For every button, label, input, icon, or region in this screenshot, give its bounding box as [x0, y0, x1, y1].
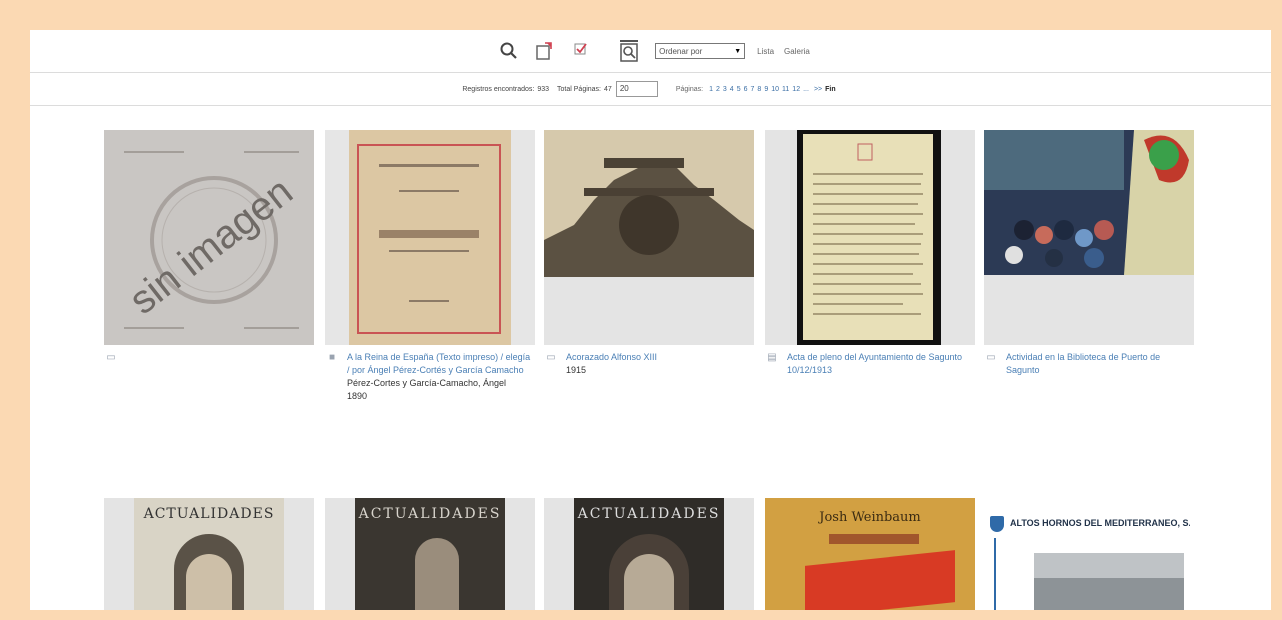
page-link[interactable]: 6 — [744, 86, 748, 93]
result-card: ▤ Acta de pleno del Ayuntamiento de Sagu… — [765, 130, 975, 377]
item-author: Pérez-Cortes y García-Camacho, Ángel — [347, 378, 507, 388]
order-by-value: Ordenar por — [659, 46, 703, 56]
toolbar: Ordenar por ▼ Lista Galeria — [30, 30, 1271, 73]
total-pages-label: Total Páginas: — [557, 85, 602, 93]
result-card: ALTOS HORNOS DEL MEDITERRANEO, S. A. — [984, 498, 1194, 610]
page-ellipsis: ... — [803, 85, 809, 93]
thumbnail-book-cover[interactable] — [325, 130, 535, 345]
card-meta: ▤ Acta de pleno del Ayuntamiento de Sagu… — [765, 351, 975, 377]
gallery-view-link[interactable]: Galeria — [784, 47, 810, 56]
page-link[interactable]: 2 — [716, 86, 720, 93]
page-link[interactable]: 3 — [723, 86, 727, 93]
item-date: 1890 — [347, 391, 368, 401]
result-card: ACTUALIDADES — [544, 498, 754, 610]
photo-icon: ▭ — [986, 352, 996, 363]
thumbnail-photo[interactable] — [984, 130, 1194, 345]
page-link[interactable]: 4 — [730, 86, 734, 93]
thumbnail-book-cover[interactable]: Josh Weinbaum — [765, 498, 975, 610]
preview-search-icon[interactable] — [615, 37, 643, 65]
records-count: 933 — [537, 85, 550, 93]
page-links: Páginas: 1 2 3 4 5 6 7 8 9 10 11 12 ... … — [676, 86, 839, 93]
cover-title: Josh Weinbaum — [819, 510, 921, 525]
thumbnail-manuscript[interactable] — [765, 130, 975, 345]
result-card: ACTUALIDADES — [325, 498, 535, 610]
search-icon[interactable] — [495, 37, 523, 65]
last-page-link[interactable]: Fin — [825, 86, 836, 93]
thumbnail-magazine-cover[interactable]: ACTUALIDADES — [544, 498, 754, 610]
order-by-select[interactable]: Ordenar por ▼ — [655, 43, 746, 59]
photo-icon: ▭ — [546, 352, 556, 363]
chevron-down-icon: ▼ — [734, 47, 742, 55]
document-icon: ▤ — [767, 352, 777, 363]
item-title[interactable]: Acorazado Alfonso XIII — [566, 351, 657, 364]
item-date: 10/12/1913 — [787, 365, 833, 375]
book-icon: ■ — [328, 352, 336, 363]
page-link[interactable]: 11 — [782, 86, 789, 93]
item-title[interactable]: Actividad en la Biblioteca de Puerto de … — [1006, 351, 1194, 377]
per-page-input[interactable]: 20 — [615, 81, 658, 97]
thumbnail-magazine-cover[interactable]: ACTUALIDADES — [104, 498, 314, 610]
page-link[interactable]: 12 — [792, 86, 800, 93]
result-card: ACTUALIDADES — [104, 498, 314, 610]
result-card: ▭ Actividad en la Biblioteca de Puerto d… — [984, 130, 1194, 377]
cover-title: ALTOS HORNOS DEL MEDITERRANEO, S. A. — [1010, 518, 1190, 528]
card-meta: ▭ — [104, 351, 314, 363]
thumbnail-magazine-cover[interactable]: ACTUALIDADES — [325, 498, 535, 610]
page-link[interactable]: 8 — [757, 86, 761, 93]
card-meta: ▭ Acorazado Alfonso XIII 1915 — [544, 351, 754, 377]
pages-label: Páginas: — [675, 85, 704, 93]
cover-title: ACTUALIDADES — [577, 506, 721, 522]
thumbnail-document[interactable]: ALTOS HORNOS DEL MEDITERRANEO, S. A. — [984, 498, 1194, 610]
records-label: Registros encontrados: — [462, 85, 535, 93]
result-card: ■ A la Reina de España (Texto impreso) /… — [325, 130, 535, 403]
page-link[interactable]: 7 — [751, 86, 755, 93]
bookmark-add-icon[interactable] — [531, 37, 559, 65]
content-frame: Ordenar por ▼ Lista Galeria Registros en… — [30, 30, 1271, 610]
pagination-bar: Registros encontrados: 933 Total Páginas… — [30, 73, 1271, 106]
thumbnail-photo[interactable] — [544, 130, 754, 345]
page-link[interactable]: 5 — [737, 86, 741, 93]
next-page-link[interactable]: >> — [814, 86, 822, 93]
page-link[interactable]: 1 — [709, 86, 713, 93]
item-title[interactable]: A la Reina de España (Texto impreso) / e… — [347, 351, 535, 377]
total-pages-value: 47 — [604, 85, 612, 93]
image-icon: ▭ — [106, 352, 116, 363]
no-image-placeholder[interactable]: sin imagen — [104, 130, 314, 345]
shield-icon — [990, 516, 1004, 532]
cover-title: ACTUALIDADES — [358, 506, 502, 522]
card-meta: ▭ Actividad en la Biblioteca de Puerto d… — [984, 351, 1194, 377]
cover-title: ACTUALIDADES — [143, 506, 275, 522]
item-title[interactable]: Acta de pleno del Ayuntamiento de Sagunt… — [787, 351, 962, 364]
checked-selection-icon[interactable] — [567, 37, 595, 65]
list-view-link[interactable]: Lista — [757, 47, 774, 56]
page-link[interactable]: 9 — [764, 86, 768, 93]
result-card: Josh Weinbaum — [765, 498, 975, 610]
item-date: 1915 — [566, 365, 587, 375]
card-meta: ■ A la Reina de España (Texto impreso) /… — [325, 351, 535, 403]
page-link[interactable]: 10 — [771, 86, 779, 93]
result-card: sin imagen ▭ — [104, 130, 314, 363]
result-card: ▭ Acorazado Alfonso XIII 1915 — [544, 130, 754, 377]
